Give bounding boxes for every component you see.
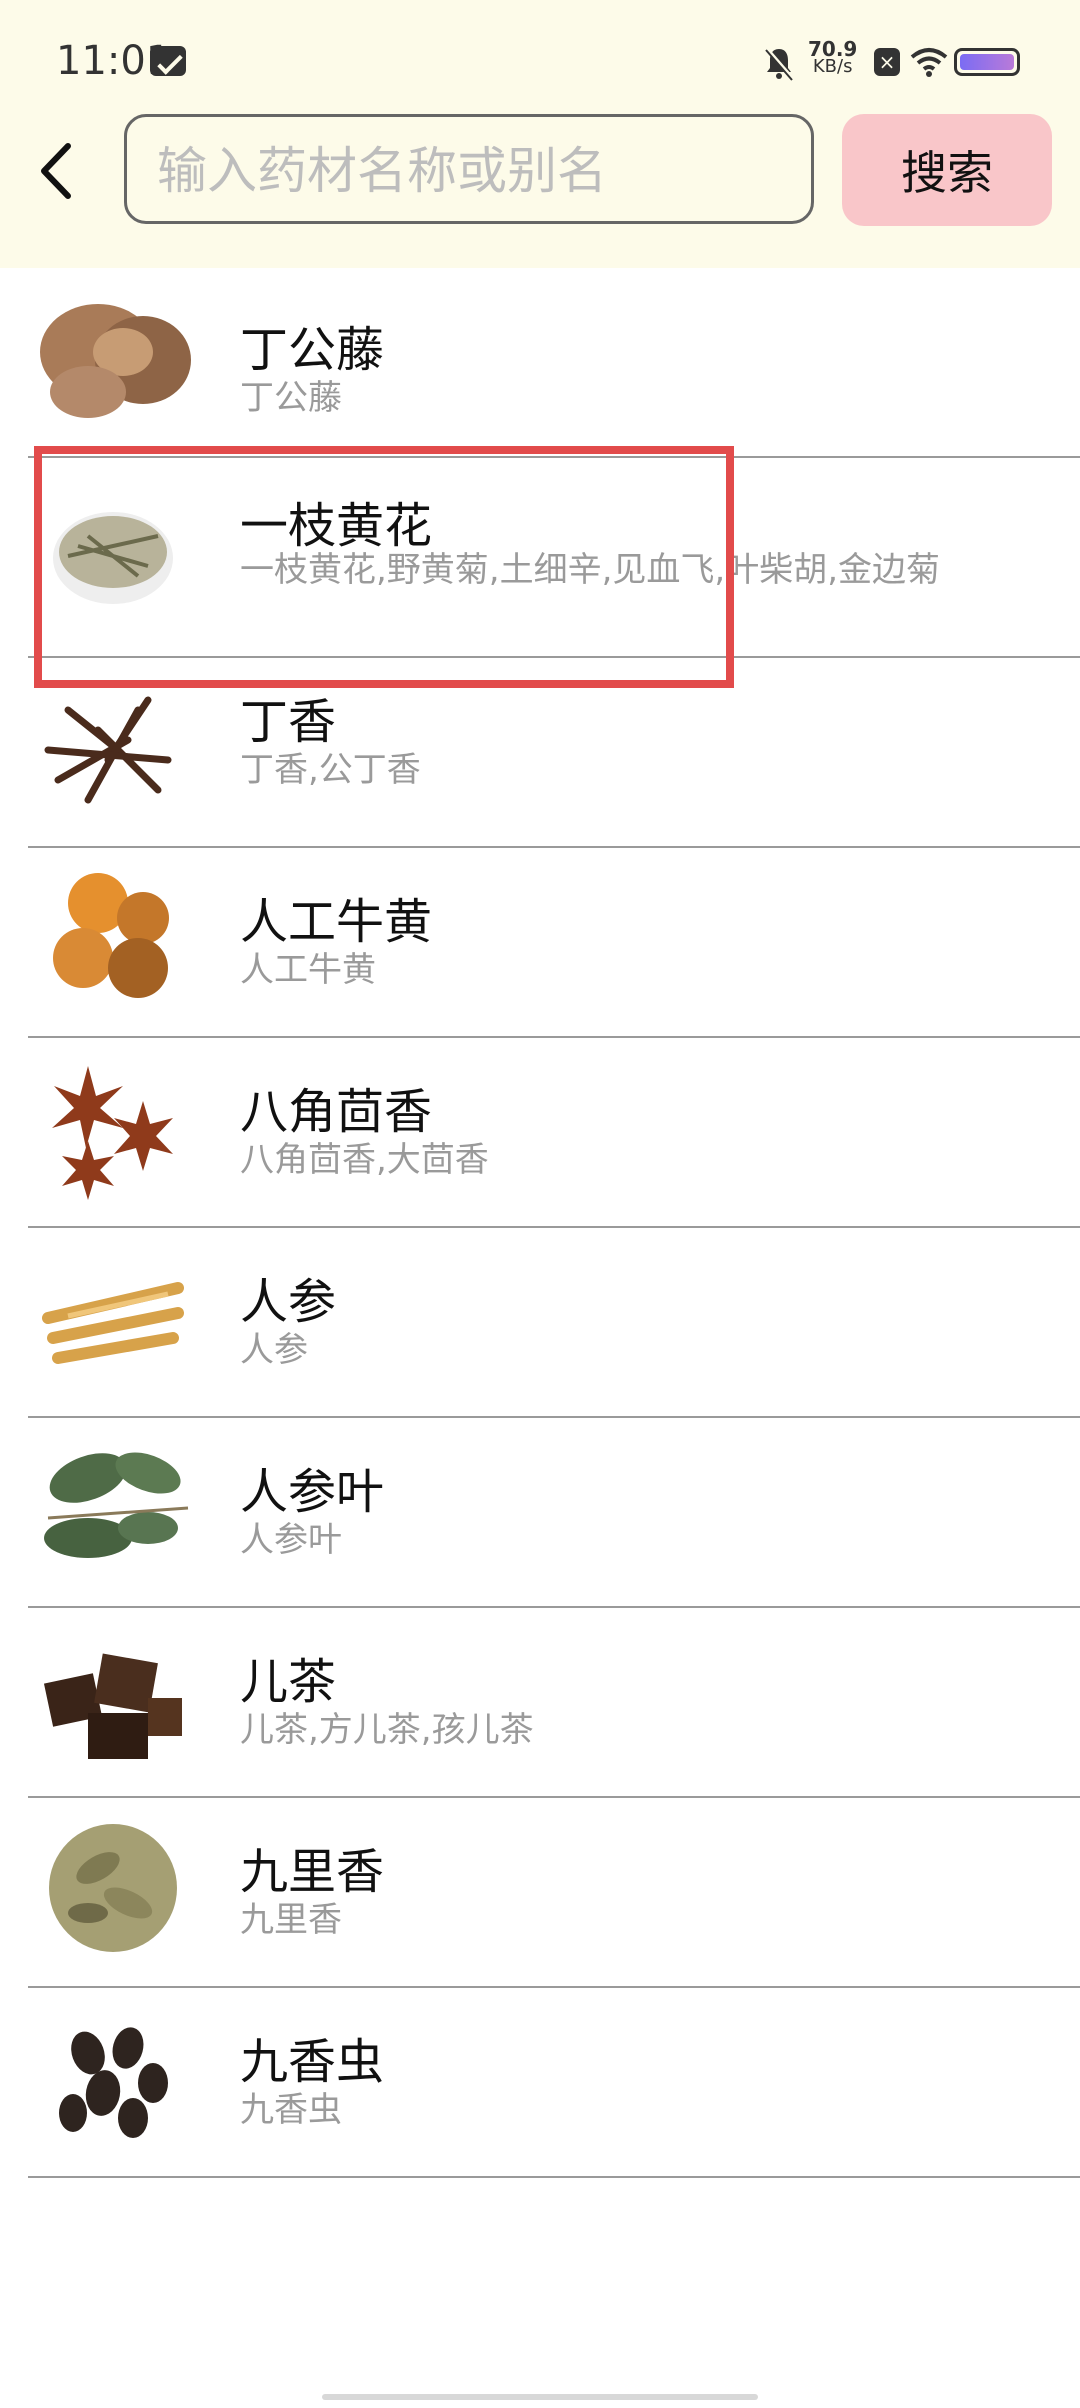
- divider: [28, 2176, 1080, 2178]
- battery-icon: [954, 48, 1020, 76]
- search-field[interactable]: [124, 114, 814, 224]
- herb-name: 人参: [240, 1274, 337, 1330]
- herb-thumbnail: [44, 696, 172, 804]
- herb-thumbnail: [52, 1066, 173, 1200]
- back-arrow-icon[interactable]: [24, 136, 94, 206]
- herb-alias: 丁香,公丁香: [240, 750, 421, 790]
- divider: [28, 846, 1080, 848]
- divider: [28, 1416, 1080, 1418]
- herb-name: 九香虫: [240, 2034, 385, 2090]
- herb-name: 丁公藤: [240, 322, 385, 378]
- wifi-icon: [910, 48, 948, 77]
- search-button[interactable]: 搜索: [842, 114, 1052, 226]
- divider: [28, 656, 1080, 658]
- herb-name: 儿茶: [240, 1654, 337, 1710]
- network-speed: 70.9 KB/s: [808, 39, 857, 77]
- herb-name: 丁香: [240, 694, 337, 750]
- divider: [28, 1226, 1080, 1228]
- network-speed-unit: KB/s: [812, 56, 853, 77]
- herb-alias: 九里香: [240, 1900, 342, 1940]
- herb-alias: 儿茶,方儿茶,孩儿茶: [240, 1710, 534, 1750]
- divider: [28, 1986, 1080, 1988]
- herb-alias: 人参叶: [240, 1520, 342, 1560]
- herb-name: 八角茴香: [240, 1084, 433, 1140]
- herb-thumbnail: [53, 873, 169, 998]
- herb-thumbnail: [40, 304, 191, 418]
- herb-thumbnail: [59, 2027, 168, 2138]
- herb-thumbnail: [49, 1824, 177, 1952]
- divider: [28, 1796, 1080, 1798]
- status-bar: 11:01 70.9 KB/s ×: [0, 0, 1080, 120]
- herb-thumbnail: [42, 1282, 184, 1364]
- herb-thumbnail: [43, 1653, 182, 1759]
- herb-alias: 一枝黄花,野黄菊,土细辛,见血飞,叶柴胡,金边菊: [240, 550, 941, 590]
- herb-thumbnail: [53, 512, 173, 604]
- search-input[interactable]: [155, 135, 789, 207]
- herb-thumbnail: [44, 1452, 189, 1558]
- herb-name: 人参叶: [240, 1464, 385, 1520]
- home-indicator[interactable]: [322, 2394, 758, 2400]
- no-sim-icon: ×: [874, 48, 900, 76]
- herb-alias: 人工牛黄: [240, 950, 376, 990]
- bell-muted-icon: [764, 46, 794, 81]
- herb-alias: 八角茴香,大茴香: [240, 1140, 489, 1180]
- herb-name: 人工牛黄: [240, 894, 433, 950]
- herb-alias: 九香虫: [240, 2090, 342, 2130]
- status-icons: 70.9 KB/s ×: [764, 39, 1024, 84]
- message-notification-icon: [150, 46, 186, 76]
- header: 11:01 70.9 KB/s × 输入药材名称或别名 搜索: [0, 0, 1080, 268]
- divider: [28, 456, 1080, 458]
- herb-alias: 丁公藤: [240, 378, 342, 418]
- divider: [28, 1606, 1080, 1608]
- herb-name: 九里香: [240, 1844, 385, 1900]
- divider: [28, 1036, 1080, 1038]
- herb-alias: 人参: [240, 1330, 308, 1370]
